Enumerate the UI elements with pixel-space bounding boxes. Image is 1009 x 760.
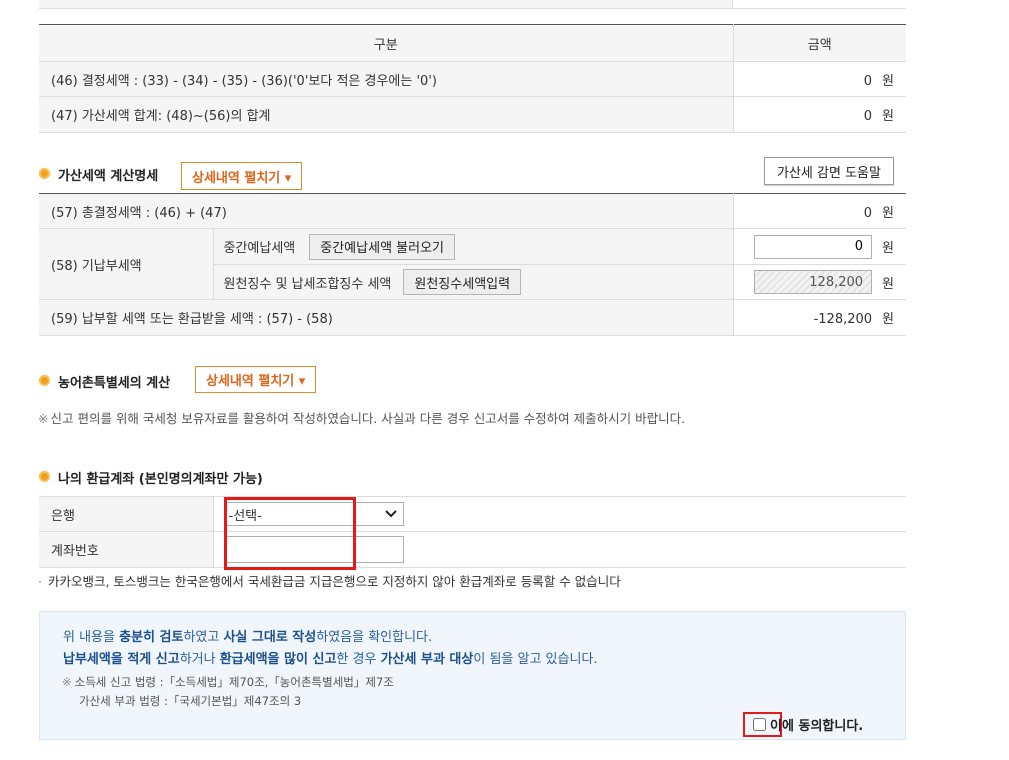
note-bullet: ·	[38, 574, 42, 589]
withholding-input-button[interactable]: 원천징수세액입력	[403, 269, 522, 295]
section-title-text: 나의 환급계좌 (본인명의계좌만 가능)	[58, 472, 263, 487]
penalty-expand-button[interactable]: 상세내역 펼치기 ▾	[181, 162, 303, 190]
rural-expand-button[interactable]: 상세내역 펼치기 ▾	[195, 366, 317, 393]
sub-label-interim: 중간예납세액	[223, 241, 296, 256]
bullet-icon	[39, 471, 50, 482]
penalty-table: (57) 총결정세액 : (46) + (47) 0원 (58) 기납부세액 중…	[39, 193, 907, 336]
row-amount: 0	[863, 205, 873, 221]
section-title-text: 가산세액 계산명세	[58, 169, 159, 184]
chevron-down-icon	[384, 510, 397, 518]
notice-mark-icon: ※	[38, 411, 49, 426]
law-reference: ※ 소득세 신고 법령 :「소득세법」제70조,「농어촌특별세법」제7조 가산세 …	[62, 674, 394, 709]
agree-checkbox-row: 이 에 동의합니다.	[743, 712, 863, 737]
row-amount: 0	[863, 73, 873, 89]
row-label: (47) 가산세액 합계: (48)~(56)의 합계	[39, 96, 734, 133]
table-row: (58) 기납부세액 중간예납세액 중간예납세액 불러오기 원	[39, 228, 907, 300]
agreement-box: 위 내용을 충분히 검토하였고 사실 그대로 작성하였음을 확인합니다. 납부세…	[39, 611, 906, 740]
unit-won: 원	[882, 312, 895, 327]
row-amount: -128,200	[813, 312, 873, 327]
refund-table: 은행 -선택- 계좌번호	[39, 496, 906, 568]
notice-body: 신고 편의를 위해 국세청 보유자료를 활용하여 작성하였습니다. 사실과 다른…	[50, 411, 686, 426]
unit-won: 원	[882, 109, 894, 124]
table-row: (59) 납부할 세액 또는 환급받을 세액 : (57) - (58) -12…	[39, 299, 907, 336]
table-row: (47) 가산세액 합계: (48)~(56)의 합계 0원	[39, 96, 906, 133]
refund-section-title: 나의 환급계좌 (본인명의계좌만 가능)	[39, 468, 263, 487]
table-row: 은행 -선택-	[39, 496, 906, 532]
table-row: (57) 총결정세액 : (46) + (47) 0원	[39, 193, 907, 229]
withholding-tax-input	[754, 270, 873, 294]
top-partial-row	[39, 0, 906, 9]
penalty-help-button[interactable]: 가산세 감면 도움말	[764, 157, 894, 185]
agree-label[interactable]: 에 동의합니다.	[782, 715, 863, 734]
rural-section-title: 농어촌특별세의 계산	[39, 372, 170, 391]
law-line-2: 가산세 부과 법령 :「국세기본법」제47조의 3	[79, 694, 302, 708]
agree-checkbox[interactable]	[753, 718, 766, 731]
row-label: (58) 기납부세액	[39, 228, 214, 300]
unit-won: 원	[882, 73, 894, 89]
agree-label-prefix: 이	[770, 719, 782, 734]
highlight-box	[224, 497, 356, 570]
section-title-text: 농어촌특별세의 계산	[58, 376, 171, 391]
row-label: (57) 총결정세액 : (46) + (47)	[39, 193, 734, 229]
table-row: (46) 결정세액 : (33) - (34) - (35) - (36)('0…	[39, 61, 906, 97]
bank-note-text: 카카오뱅크, 토스뱅크는 한국은행에서 국세환급금 지급은행으로 지정하지 않아…	[47, 574, 621, 589]
agreement-line1: 위 내용을 충분히 검토하였고 사실 그대로 작성하였음을 확인합니다.	[63, 630, 433, 645]
col-header-amount: 금액	[733, 24, 906, 62]
unit-won: 원	[882, 205, 895, 221]
interim-tax-input[interactable]	[754, 234, 873, 259]
table-row: 계좌번호	[39, 531, 906, 568]
notice-text: ※ 신고 편의를 위해 국세청 보유자료를 활용하여 작성하였습니다. 사실과 다…	[38, 408, 685, 427]
law-mark-icon: ※	[62, 675, 72, 689]
unit-won: 원	[882, 241, 895, 256]
col-header-category: 구분	[39, 24, 734, 62]
law-line-1: 소득세 신고 법령 :「소득세법」제70조,「농어촌특별세법」제7조	[74, 675, 394, 689]
bank-note: · 카카오뱅크, 토스뱅크는 한국은행에서 국세환급금 지급은행으로 지정하지 않…	[38, 571, 621, 590]
checkbox-highlight: 이	[743, 712, 782, 737]
sub-label-withholding: 원천징수 및 납세조합징수 세액	[223, 276, 392, 292]
summary-table: 구분 금액 (46) 결정세액 : (33) - (34) - (35) - (…	[39, 24, 906, 133]
row-label: (59) 납부할 세액 또는 환급받을 세액 : (57) - (58)	[39, 299, 734, 336]
bullet-icon	[39, 375, 50, 386]
row-amount: 0	[863, 109, 873, 124]
agreement-line2: 납부세액을 적게 신고하거나 환급세액을 많이 신고한 경우 가산세 부과 대상…	[63, 652, 598, 667]
row-label: (46) 결정세액 : (33) - (34) - (35) - (36)('0…	[39, 61, 734, 97]
account-label: 계좌번호	[39, 531, 214, 568]
unit-won: 원	[882, 276, 895, 292]
load-interim-tax-button[interactable]: 중간예납세액 불러오기	[309, 233, 455, 260]
penalty-section-title: 가산세액 계산명세	[39, 165, 158, 184]
bank-label: 은행	[39, 496, 214, 532]
bullet-icon	[39, 168, 50, 179]
